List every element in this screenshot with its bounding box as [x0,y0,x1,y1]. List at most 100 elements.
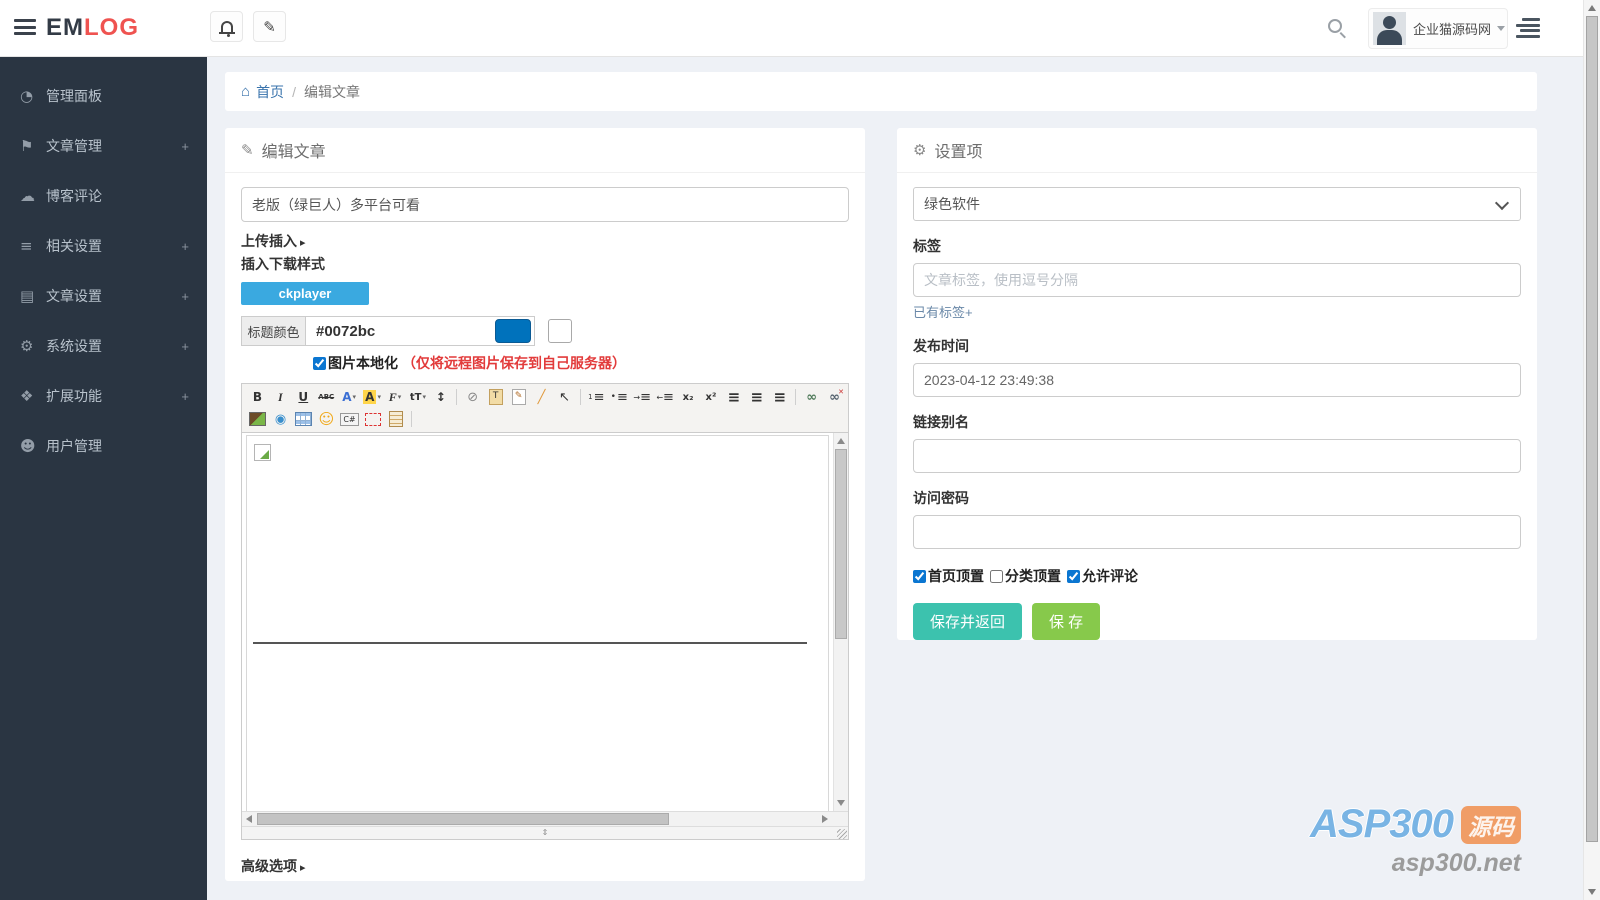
toolbar-icon[interactable] [269,409,292,429]
resize-handle-icon[interactable]: ⇕ [537,828,553,838]
toolbar-icon[interactable] [246,387,269,407]
toolbar-icon[interactable] [338,409,361,429]
toolbar-icon[interactable] [361,409,384,429]
toolbar-icon[interactable] [800,387,823,407]
scroll-up-arrow-icon[interactable] [837,438,845,444]
new-post-button[interactable]: ✎ [253,11,286,42]
toolbar-icon[interactable] [677,387,700,407]
sidebar-item[interactable]: 文章设置 + [0,271,207,321]
toolbar-icon[interactable] [384,387,407,407]
toolbar-icon[interactable] [530,387,553,407]
color-swatch-blue[interactable] [495,319,531,343]
localize-row: 图片本地化 （仅将远程图片保存到自己服务器） [313,353,849,373]
category-select-wrap: 绿色软件 [913,187,1521,221]
toolbar-icon[interactable] [269,387,292,407]
scroll-up-arrow-icon[interactable] [1588,5,1596,11]
sidebar-item[interactable]: 相关设置 + [0,221,207,271]
edit-card-header: ✎ 编辑文章 [225,128,865,173]
sidebar-item[interactable]: 博客评论 [0,171,207,221]
settings-checkbox[interactable]: 允许评论 [1067,566,1138,586]
post-options-checkboxes: 首页顶置 分类顶置 允许评论 [913,566,1521,586]
save-and-return-button[interactable]: 保存并返回 [913,603,1023,640]
scroll-left-arrow-icon[interactable] [246,815,252,823]
page-scrollbar[interactable] [1583,0,1600,900]
settings-checkbox[interactable]: 首页顶置 [913,566,984,586]
editor-vertical-scrollbar[interactable] [833,433,848,811]
sidebar-item-icon [20,437,46,455]
toolbar-icon[interactable] [484,387,507,407]
ckplayer-button[interactable]: ckplayer [241,282,369,305]
editor-horizontal-scrollbar[interactable] [242,811,848,826]
settings-card-title: 设置项 [934,144,983,161]
logo-text-em: EM [46,14,84,41]
toolbar-icon[interactable] [722,387,745,407]
toolbar-icon[interactable] [795,389,797,405]
toolbar-icon[interactable] [700,387,723,407]
sidebar-item[interactable]: 扩展功能 + [0,371,207,421]
toolbar-icon[interactable] [456,389,458,405]
toolbar-icon[interactable] [823,387,846,407]
toolbar-icon[interactable] [361,387,384,407]
sidebar-item[interactable]: 文章管理 + [0,121,207,171]
app-logo[interactable]: EMLOG [46,14,139,42]
toolbar-icon[interactable] [631,387,654,407]
sidebar-item[interactable]: 用户管理 [0,421,207,471]
toolbar-icon[interactable] [406,387,429,407]
toolbar-icon[interactable] [461,387,484,407]
checkbox-input[interactable] [1067,569,1080,583]
scrollbar-thumb[interactable] [1586,16,1598,842]
scrollbar-thumb[interactable] [835,449,847,639]
toolbar-icon[interactable] [768,387,791,407]
settings-checkbox[interactable]: 分类顶置 [990,566,1061,586]
existing-tags-link[interactable]: 已有标签+ [913,302,1521,321]
toolbar-icon[interactable] [654,387,677,407]
toolbar-icon[interactable] [338,387,361,407]
toolbar-icon[interactable] [292,409,315,429]
toolbar-icon[interactable] [429,387,452,407]
toolbar-icon[interactable] [315,387,338,407]
alias-input[interactable] [913,439,1521,473]
sidebar-item-label: 扩展功能 [46,388,102,404]
toolbar-icon[interactable] [745,387,768,407]
scroll-down-arrow-icon[interactable] [837,800,845,806]
insert-download-style-link[interactable]: 插入下载样式 [241,254,849,274]
sidebar-item[interactable]: 系统设置 + [0,321,207,371]
publish-time-input[interactable] [913,363,1521,397]
scroll-down-arrow-icon[interactable] [1588,889,1596,895]
search-icon[interactable] [1328,19,1342,33]
sidebar-item[interactable]: 管理面板 [0,71,207,121]
hamburger-icon[interactable] [14,19,36,37]
color-swatch-white[interactable] [548,319,572,343]
toolbar-icon[interactable] [411,411,412,427]
password-input[interactable] [913,515,1521,549]
password-label: 访问密码 [913,490,969,506]
resize-grip-icon[interactable] [837,829,847,839]
sidebar-item-icon [20,87,46,105]
breadcrumb-home-link[interactable]: 首页 [256,82,284,102]
user-menu[interactable]: 企业猫源码网 [1368,8,1508,49]
save-button[interactable]: 保 存 [1032,603,1101,640]
post-title-input[interactable] [241,187,849,222]
tag-input[interactable] [913,263,1521,297]
control-sidebar-toggle-icon[interactable] [1516,18,1540,38]
toolbar-icon[interactable] [585,387,608,407]
toolbar-icon[interactable] [246,409,269,429]
toolbar-icon[interactable] [553,387,576,407]
toolbar-icon[interactable] [579,389,581,405]
toolbar-icon[interactable] [608,387,631,407]
caret-right-icon: ▸ [300,862,306,874]
toolbar-icon[interactable] [292,387,315,407]
toolbar-icon[interactable] [384,409,407,429]
advanced-options-toggle[interactable]: 高级选项 ▸ [241,856,849,876]
localize-checkbox[interactable] [313,356,326,370]
toolbar-icon[interactable] [507,387,530,407]
upload-insert-toggle[interactable]: 上传插入 ▸ [241,231,849,251]
toolbar-icon[interactable] [315,409,338,429]
checkbox-input[interactable] [990,569,1003,583]
scrollbar-thumb[interactable] [257,813,669,825]
checkbox-input[interactable] [913,569,926,583]
notifications-button[interactable] [210,11,243,42]
category-select[interactable]: 绿色软件 [913,187,1521,221]
editor-content-area[interactable] [242,433,848,811]
scroll-right-arrow-icon[interactable] [822,815,828,823]
